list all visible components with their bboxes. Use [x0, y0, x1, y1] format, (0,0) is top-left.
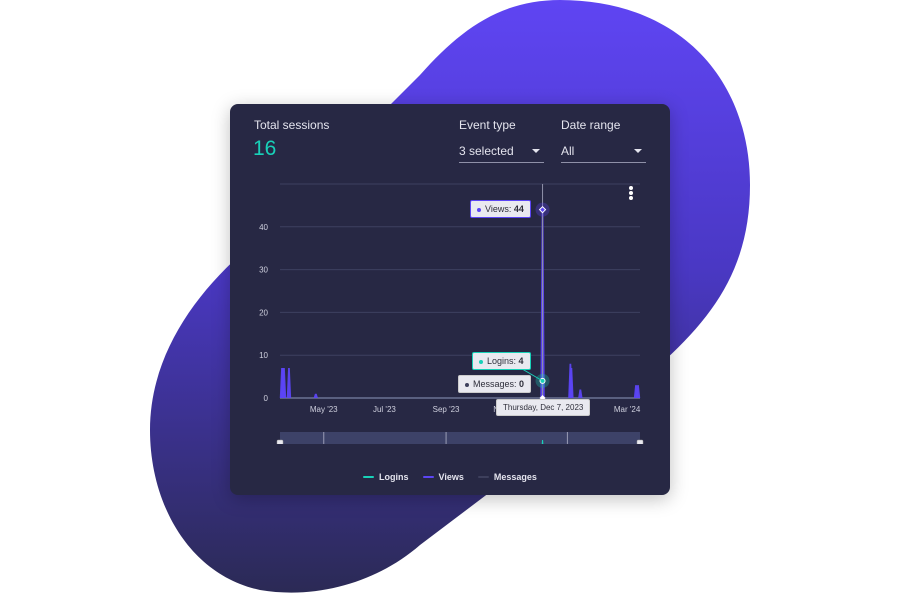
tooltip-messages: Messages: 0 — [458, 375, 532, 393]
y-tick-label: 20 — [259, 308, 268, 317]
y-tick-label: 30 — [259, 266, 268, 275]
chart-legend: Logins Views Messages — [230, 472, 670, 482]
messages-dot-icon — [465, 382, 469, 387]
views-swatch-icon — [422, 476, 434, 478]
x-tick-label: Sep '23 — [433, 405, 460, 414]
logins-swatch-icon — [363, 476, 375, 478]
legend-item-logins[interactable]: Logins — [363, 472, 409, 482]
tooltip-views: Views: 44 — [470, 200, 531, 218]
navigator-handle-right[interactable] — [636, 439, 644, 444]
y-tick-label: 40 — [259, 223, 268, 232]
legend-item-messages[interactable]: Messages — [477, 472, 537, 482]
messages-swatch-icon — [477, 476, 489, 478]
tooltip-logins: Logins: 4 — [472, 352, 531, 370]
navigator-handle-left[interactable] — [276, 439, 284, 444]
logins-dot-icon — [479, 359, 483, 364]
x-tick-label: May '23 — [310, 405, 338, 414]
sessions-card: Total sessions 16 Event type 3 selected … — [230, 104, 670, 495]
views-spike — [578, 389, 583, 398]
legend-item-views[interactable]: Views — [422, 472, 464, 482]
views-spike — [313, 393, 319, 398]
x-tick-label: Mar '24 — [614, 405, 641, 414]
navigator-selection — [280, 432, 640, 444]
main-chart[interactable]: 010203040 May '23Jul '23Sep '23Nov '23Ma… — [230, 104, 670, 444]
y-tick-label: 0 — [264, 394, 269, 403]
views-dot-icon — [477, 207, 481, 212]
y-tick-label: 10 — [259, 351, 268, 360]
views-spike — [286, 368, 292, 398]
tooltip-date: Thursday, Dec 7, 2023 — [496, 399, 591, 416]
more-vertical-icon[interactable] — [627, 186, 635, 202]
x-tick-label: Jul '23 — [373, 405, 396, 414]
